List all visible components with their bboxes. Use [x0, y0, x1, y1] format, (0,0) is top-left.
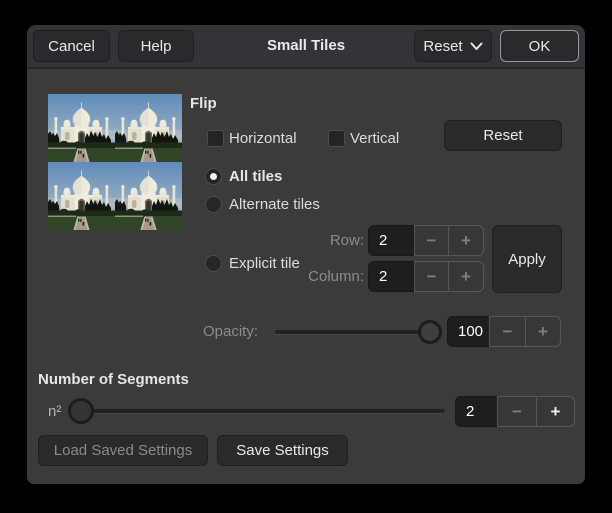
vertical-checkbox[interactable] — [328, 130, 345, 147]
row-increment-button[interactable]: + — [448, 225, 484, 256]
chevron-down-icon — [470, 42, 483, 51]
segments-slider-track[interactable] — [70, 409, 445, 413]
segments-param-label: n² — [48, 396, 61, 427]
column-decrement-button[interactable]: − — [414, 261, 449, 292]
segments-slider-thumb[interactable] — [68, 398, 94, 424]
minus-icon: − — [427, 231, 437, 251]
reset-dropdown-button[interactable]: Reset — [414, 30, 492, 62]
alternate-tiles-radio-label: Alternate tiles — [229, 196, 320, 213]
plus-icon: + — [461, 267, 471, 287]
screen: { "title": "Small Tiles", "titlebar": { … — [0, 0, 612, 513]
all-tiles-radio-label: All tiles — [229, 168, 282, 185]
ok-button[interactable]: OK — [500, 30, 579, 62]
flip-section-label: Flip — [190, 95, 217, 112]
load-saved-settings-button[interactable]: Load Saved Settings — [38, 435, 208, 466]
column-increment-button[interactable]: + — [448, 261, 484, 292]
segments-section-label: Number of Segments — [38, 371, 189, 388]
plus-icon: + — [538, 322, 548, 342]
segments-increment-button[interactable]: + — [536, 396, 575, 427]
row-label: Row: — [264, 225, 364, 256]
all-tiles-radio[interactable] — [205, 168, 222, 185]
minus-icon: − — [503, 322, 513, 342]
minus-icon: − — [427, 267, 437, 287]
plus-icon: + — [551, 402, 561, 422]
column-spinbutton: 2 − + — [368, 261, 484, 292]
segments-decrement-button[interactable]: − — [497, 396, 537, 427]
column-label: Column: — [264, 261, 364, 292]
filter-preview-image — [48, 94, 182, 230]
horizontal-checkbox[interactable] — [207, 130, 224, 147]
opacity-value-field[interactable]: 100 — [447, 316, 490, 347]
opacity-slider-thumb[interactable] — [418, 320, 442, 344]
opacity-spinbutton: 100 − + — [447, 316, 561, 347]
flip-reset-button[interactable]: Reset — [444, 120, 562, 151]
row-decrement-button[interactable]: − — [414, 225, 449, 256]
opacity-increment-button[interactable]: + — [525, 316, 561, 347]
column-value-field[interactable]: 2 — [368, 261, 415, 292]
segments-spinbutton: 2 − + — [455, 396, 575, 427]
small-tiles-dialog: Cancel Help Small Tiles Reset OK — [27, 25, 585, 484]
alternate-tiles-radio[interactable] — [205, 196, 222, 213]
row-spinbutton: 2 − + — [368, 225, 484, 256]
apply-button[interactable]: Apply — [492, 225, 562, 293]
plus-icon: + — [461, 231, 471, 251]
save-settings-button[interactable]: Save Settings — [217, 435, 348, 466]
opacity-slider-track[interactable] — [275, 330, 441, 334]
dialog-titlebar: Cancel Help Small Tiles Reset OK — [27, 25, 585, 69]
opacity-decrement-button[interactable]: − — [489, 316, 526, 347]
horizontal-checkbox-label: Horizontal — [229, 130, 297, 147]
reset-dropdown-label: Reset — [423, 38, 462, 55]
minus-icon: − — [512, 402, 522, 422]
row-value-field[interactable]: 2 — [368, 225, 415, 256]
opacity-label: Opacity: — [203, 316, 258, 347]
segments-value-field[interactable]: 2 — [455, 396, 498, 427]
explicit-tile-radio[interactable] — [205, 255, 222, 272]
vertical-checkbox-label: Vertical — [350, 130, 399, 147]
